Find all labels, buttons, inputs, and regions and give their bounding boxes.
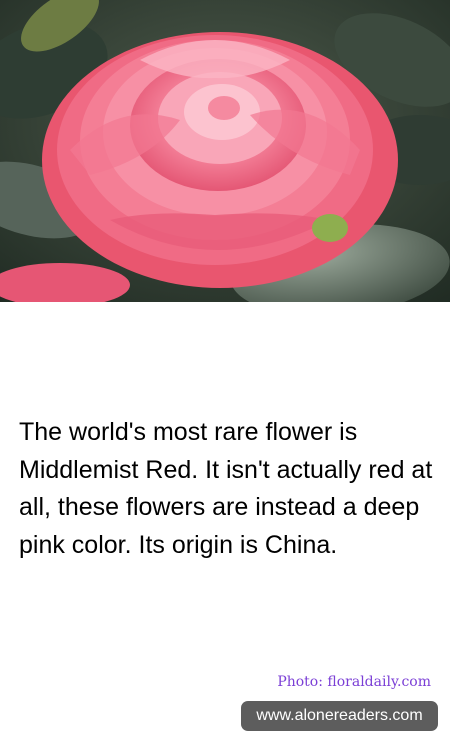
camellia-flower-image [0, 0, 450, 302]
flower-photo [0, 0, 450, 302]
flower-petals [42, 32, 398, 288]
site-badge: www.alonereaders.com [241, 701, 438, 731]
fact-text: The world's most rare flower is Middlemi… [19, 418, 433, 559]
photo-credit: Photo: floraldaily.com [277, 674, 431, 690]
